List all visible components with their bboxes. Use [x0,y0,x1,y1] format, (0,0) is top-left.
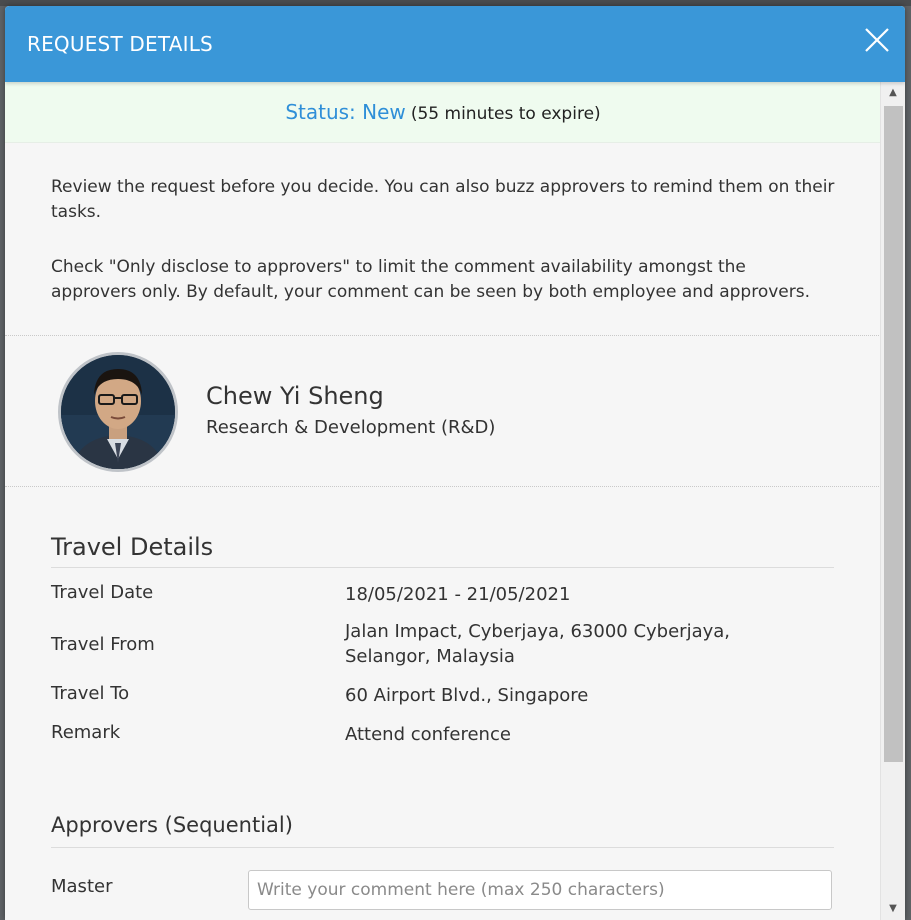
close-icon [865,28,889,52]
approvers-title: Approvers (Sequential) [51,813,834,848]
approver-row: Master [51,870,835,920]
remark-label: Remark [51,722,121,743]
modal-body[interactable]: Status: New (55 minutes to expire) Revie… [5,82,881,920]
instructions-paragraph-1: Review the request before you decide. Yo… [51,177,835,222]
scrollbar-thumb[interactable] [884,106,903,762]
modal-title: REQUEST DETAILS [27,32,213,56]
travel-from-value: Jalan Impact, Cyberjaya, 63000 Cyberjaya… [345,621,731,667]
employee-name: Chew Yi Sheng [206,382,384,410]
modal-header: REQUEST DETAILS [5,6,905,82]
request-details-modal: REQUEST DETAILS Status: New (55 minutes … [5,6,905,920]
status-label: Status: New [285,100,406,124]
travel-date-label: Travel Date [51,582,154,603]
travel-to-value: 60 Airport Blvd., Singapore [345,685,589,706]
close-button[interactable] [861,24,893,56]
scroll-down-arrow-icon[interactable]: ▼ [881,898,905,920]
status-expire-time: (55 minutes to expire) [410,104,601,124]
remark-row: Remark Attend conference [51,722,835,747]
avatar [58,352,178,472]
employee-profile: Chew Yi Sheng Research & Development (R&… [5,336,881,487]
approver-name: Master [51,876,113,897]
travel-from-label: Travel From [51,633,155,655]
travel-from-row: Travel From Jalan Impact, Cyberjaya, 630… [51,619,835,669]
travel-to-label: Travel To [51,683,130,704]
travel-details-title: Travel Details [51,533,834,568]
remark-value: Attend conference [345,724,511,745]
scroll-up-arrow-icon[interactable]: ▲ [881,82,905,104]
travel-date-row: Travel Date 18/05/2021 - 21/05/2021 [51,582,835,607]
travel-date-value: 18/05/2021 - 21/05/2021 [345,584,571,605]
status-bar: Status: New (55 minutes to expire) [5,82,881,143]
approver-comment-input[interactable] [248,870,832,910]
travel-to-row: Travel To 60 Airport Blvd., Singapore [51,683,835,708]
travel-details-section: Travel Details Travel Date 18/05/2021 - … [5,533,881,920]
instructions: Review the request before you decide. Yo… [5,143,881,336]
instructions-paragraph-2: Check "Only disclose to approvers" to li… [51,257,811,302]
vertical-scrollbar[interactable]: ▲ ▼ [880,82,905,920]
employee-department: Research & Development (R&D) [206,417,496,438]
avatar-photo [61,355,175,469]
